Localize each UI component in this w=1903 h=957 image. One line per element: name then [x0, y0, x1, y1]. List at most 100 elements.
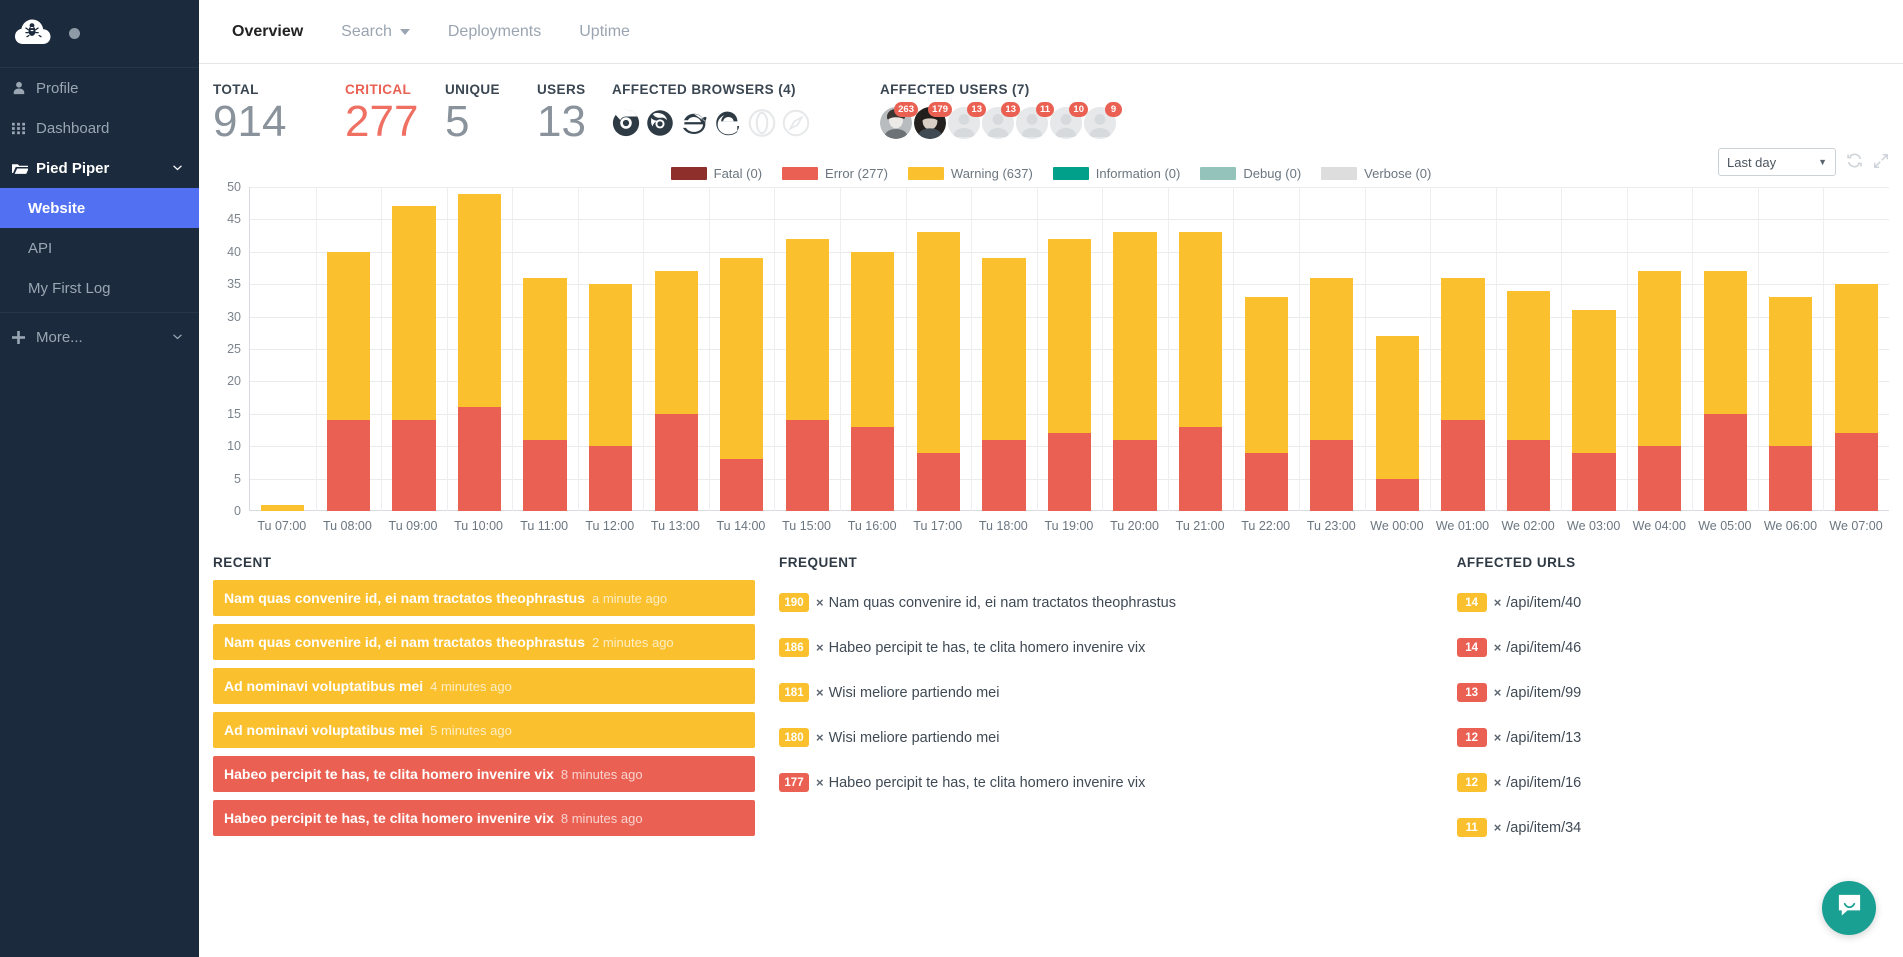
chart-bar-segment-error: [785, 420, 829, 511]
recent-item[interactable]: Nam quas convenire id, ei nam tractatos …: [213, 580, 755, 616]
chart-bar-column[interactable]: [381, 187, 447, 511]
legend-item-verbose[interactable]: Verbose (0): [1321, 166, 1431, 181]
tab-deployments[interactable]: Deployments: [429, 23, 560, 41]
chevron-down-icon[interactable]: [172, 330, 183, 344]
chart-bar-column[interactable]: [1365, 187, 1431, 511]
chart-bar-column[interactable]: [709, 187, 775, 511]
chart-bar-column[interactable]: [1299, 187, 1365, 511]
stat-critical-value: 277: [345, 97, 419, 146]
chart-bar-stack: [1113, 187, 1157, 511]
chart-bar-column[interactable]: [512, 187, 578, 511]
legend-item-information[interactable]: Information (0): [1052, 166, 1180, 181]
refresh-icon[interactable]: [1846, 152, 1863, 172]
recent-item-time: 5 minutes ago: [430, 722, 512, 738]
sidebar-subitem-label: Website: [28, 199, 86, 217]
tab-label: Deployments: [447, 22, 542, 40]
safari-icon[interactable]: [782, 109, 810, 137]
recent-item[interactable]: Ad nominavi voluptatibus mei 4 minutes ag…: [213, 668, 755, 704]
chevron-down-icon[interactable]: [172, 161, 183, 175]
sidebar-logo[interactable]: [0, 0, 199, 68]
tab-search[interactable]: Search: [322, 23, 429, 41]
sidebar: Profile Dashboard Pied Piper Website API…: [0, 0, 199, 957]
chart-bar-column[interactable]: [1168, 187, 1234, 511]
frequent-item[interactable]: 177 × Habeo percipit te has, te clita home…: [779, 760, 1433, 805]
user-icon: [12, 81, 36, 95]
sidebar-group-pied-piper[interactable]: Pied Piper: [0, 148, 199, 188]
chart-bar-column[interactable]: [1102, 187, 1168, 511]
chart-bar-column[interactable]: [1627, 187, 1693, 511]
avatar-item[interactable]: 9: [1084, 102, 1122, 139]
affected-url-item[interactable]: 13 × /api/item/99: [1456, 670, 1865, 715]
chart-bar-segment-error: [1637, 446, 1682, 511]
chart-bar-column[interactable]: [316, 187, 382, 511]
status-dot: [69, 28, 80, 39]
chart-bar-column[interactable]: [840, 187, 906, 511]
affected-url-item[interactable]: 12 × /api/item/13: [1456, 715, 1865, 760]
affected-url-item[interactable]: 11 × /api/item/34: [1456, 805, 1865, 850]
firefox-icon[interactable]: [646, 109, 674, 137]
legend-item-debug[interactable]: Debug (0): [1200, 166, 1301, 181]
chrome-icon[interactable]: [612, 109, 640, 137]
sidebar-item-dashboard[interactable]: Dashboard: [0, 108, 199, 148]
affected-url-item[interactable]: 14 × /api/item/40: [1456, 580, 1865, 625]
chart-bar-column[interactable]: [1824, 187, 1890, 511]
legend-item-warning[interactable]: Warning (637): [907, 166, 1033, 181]
frequent-item[interactable]: 181 × Wisi meliore partiendo mei: [779, 670, 1433, 715]
sidebar-item-more[interactable]: More...: [0, 317, 199, 357]
legend-item-error[interactable]: Error (277): [782, 166, 888, 181]
chart-bar-segment-warning: [1310, 277, 1354, 440]
time-range-select[interactable]: Last day ▼: [1718, 148, 1836, 176]
tab-overview[interactable]: Overview: [213, 23, 322, 41]
edge-icon[interactable]: [714, 109, 742, 137]
chart-bar-column[interactable]: [1496, 187, 1562, 511]
affected-urls-panel: AFFECTED URLS 14 × /api/item/40 14 × /api/ite…: [1456, 555, 1889, 850]
chart-bar-column[interactable]: [775, 187, 841, 511]
avatar-item[interactable]: 13: [982, 102, 1020, 139]
frequent-item[interactable]: 180 × Wisi meliore partiendo mei: [779, 715, 1433, 760]
chart-bar-column[interactable]: [906, 187, 972, 511]
recent-item[interactable]: Ad nominavi voluptatibus mei 5 minutes ag…: [213, 712, 755, 748]
expand-icon[interactable]: [1873, 153, 1889, 172]
chart-bar-column[interactable]: [1430, 187, 1496, 511]
internet-explorer-icon[interactable]: [680, 109, 708, 137]
chart-x-tick: We 01:00: [1435, 519, 1490, 533]
avatar-item[interactable]: 10: [1050, 102, 1088, 139]
frequent-title: FREQUENT: [779, 555, 858, 570]
legend-item-fatal[interactable]: Fatal (0): [670, 166, 762, 181]
multiplier-symbol: ×: [1493, 640, 1502, 655]
chart-bar-column[interactable]: [578, 187, 644, 511]
sidebar-item-website[interactable]: Website: [0, 188, 199, 228]
chart-bar-column[interactable]: [971, 187, 1037, 511]
chart-bar-stack: [1375, 187, 1419, 511]
chart-bar-column[interactable]: [1692, 187, 1758, 511]
chat-launcher-button[interactable]: [1822, 881, 1876, 935]
multiplier-symbol: ×: [1493, 685, 1502, 700]
recent-item[interactable]: Habeo percipit te has, te clita homero i…: [213, 800, 755, 836]
chart-bar-column[interactable]: [250, 187, 316, 511]
chart-bar-stack: [916, 187, 961, 511]
chart-bar-segment-warning: [1375, 336, 1419, 479]
chart-bar-column[interactable]: [1037, 187, 1103, 511]
sidebar-item-api[interactable]: API: [0, 228, 199, 268]
avatar-item[interactable]: 179: [914, 102, 952, 139]
recent-item-message: Nam quas convenire id, ei nam tractatos …: [224, 590, 585, 606]
recent-item[interactable]: Habeo percipit te has, te clita homero i…: [213, 756, 755, 792]
frequent-item-message: Habeo percipit te has, te clita homero i…: [828, 639, 1146, 656]
opera-icon[interactable]: [748, 109, 776, 137]
avatar-item[interactable]: 263: [880, 102, 918, 139]
chart-bar-column[interactable]: [1561, 187, 1627, 511]
chart-bar-column[interactable]: [1758, 187, 1824, 511]
affected-url-item[interactable]: 14 × /api/item/46: [1456, 625, 1865, 670]
recent-item[interactable]: Nam quas convenire id, ei nam tractatos …: [213, 624, 755, 660]
avatar-item[interactable]: 13: [948, 102, 986, 139]
frequent-item[interactable]: 190 × Nam quas convenire id, ei nam tracta…: [779, 580, 1433, 625]
chart-bar-column[interactable]: [1233, 187, 1299, 511]
avatar-item[interactable]: 11: [1016, 102, 1054, 139]
frequent-item[interactable]: 186 × Habeo percipit te has, te clita home…: [779, 625, 1433, 670]
chart-bar-column[interactable]: [643, 187, 709, 511]
sidebar-item-my-first-log[interactable]: My First Log: [0, 268, 199, 308]
chart-bar-column[interactable]: [447, 187, 513, 511]
tab-uptime[interactable]: Uptime: [560, 23, 649, 41]
sidebar-item-profile[interactable]: Profile: [0, 68, 199, 108]
affected-url-item[interactable]: 12 × /api/item/16: [1456, 760, 1865, 805]
